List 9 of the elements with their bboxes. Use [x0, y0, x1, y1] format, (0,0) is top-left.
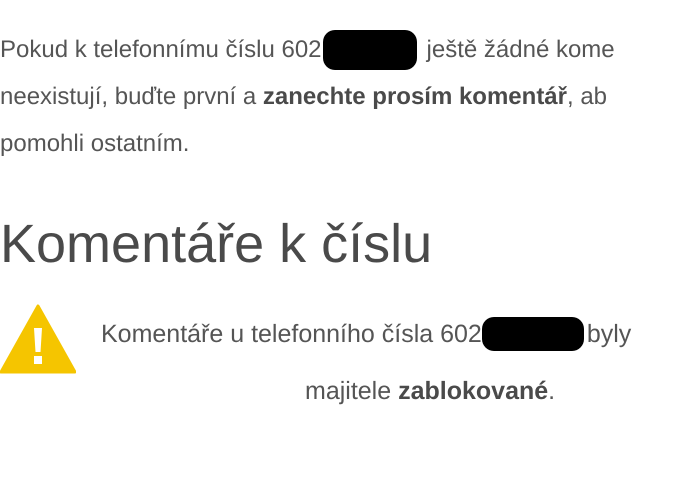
warning-icon — [0, 304, 76, 374]
text-line: majitele zablokované. — [305, 376, 556, 406]
text-line: ještě žádné kome — [426, 36, 615, 64]
text-line: neexistují, buďte první a zanechte prosím komentář, ab — [0, 82, 608, 110]
text-line: Pokud k telefonnímu číslu 602 — [0, 36, 322, 64]
text-line: Komentáře u telefonního čísla 602 — [101, 320, 482, 348]
section-heading: Komentáře k číslu — [0, 216, 434, 272]
text-line: byly — [586, 320, 632, 348]
text-line: pomohli ostatním. — [0, 130, 190, 158]
